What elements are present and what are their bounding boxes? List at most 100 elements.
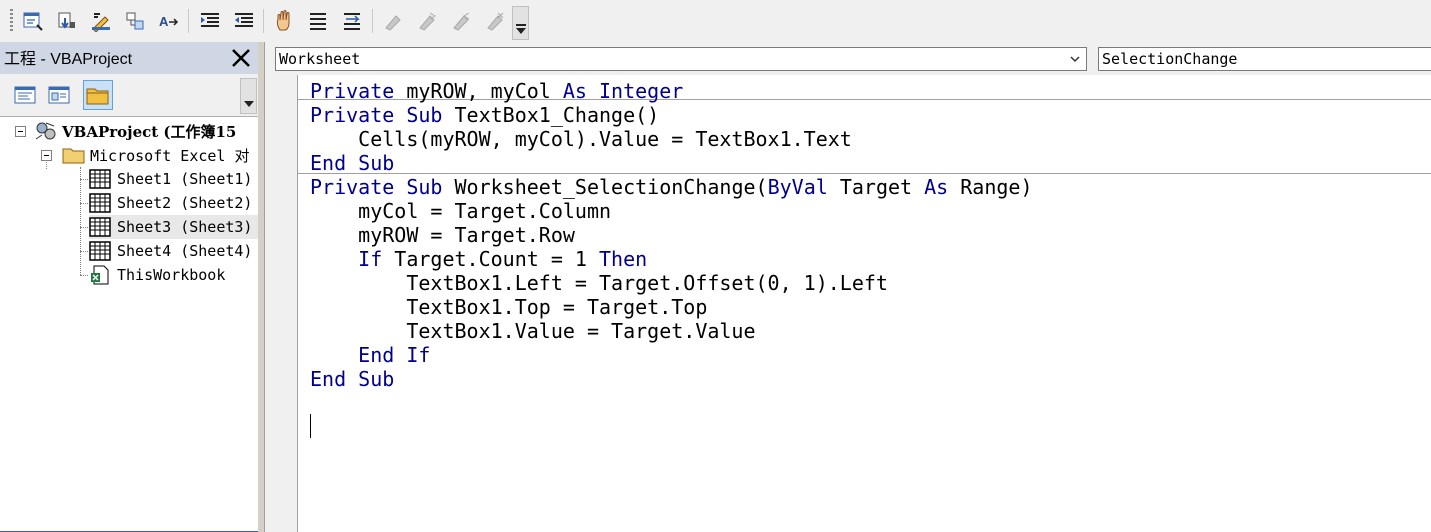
toolbar-grip[interactable] [10, 9, 13, 33]
code-keyword: Private Sub [310, 175, 455, 199]
code-line[interactable]: Cells(myROW, myCol).Value = TextBox1.Tex… [310, 127, 852, 151]
uncomment-block-icon[interactable] [339, 8, 365, 34]
tree-item-sheet1[interactable]: Sheet1 (Sheet1) [89, 167, 252, 191]
code-keyword: Private Sub [310, 103, 455, 127]
code-line[interactable]: End Sub [310, 367, 394, 391]
tree-connector [80, 203, 88, 204]
code-keyword: As [924, 175, 961, 199]
tree-item-sheet3[interactable]: Sheet3 (Sheet3) [89, 215, 258, 239]
code-text: TextBox1.Left = Target.Offset(0, 1).Left [310, 271, 888, 295]
chevron-down-icon [1070, 56, 1080, 63]
toolbar-separator [263, 9, 264, 33]
code-keyword: If [310, 247, 395, 271]
project-explorer-toolbar [0, 74, 258, 116]
code-text: TextBox1.Top = Target.Top [310, 295, 708, 319]
tree-item-label: Sheet2 (Sheet2) [117, 194, 253, 212]
code-editor[interactable]: Private myROW, myCol As Integer Private S… [298, 75, 1431, 532]
close-button[interactable] [227, 45, 255, 71]
code-keyword: ByVal [767, 175, 840, 199]
code-line[interactable]: Private myROW, myCol As Integer [310, 79, 683, 103]
tree-item-excel-objects[interactable]: Microsoft Excel 对 [62, 143, 250, 167]
view-object-icon [48, 86, 70, 104]
tree-item-vbaproject[interactable]: VBAProject (工作簿15 [34, 119, 236, 143]
tree-connector [80, 275, 88, 276]
next-bookmark-icon [414, 8, 440, 34]
code-keyword: End Sub [310, 151, 395, 175]
object-dropdown-value: Worksheet [279, 50, 361, 68]
step-into-icon[interactable] [54, 8, 80, 34]
procedure-separator [298, 173, 1431, 174]
toggle-breakpoint-icon[interactable] [271, 8, 297, 34]
code-text: myCol = Target.Column [310, 199, 612, 223]
code-text: Target [839, 175, 925, 199]
code-line[interactable]: Private Sub Worksheet_SelectionChange(By… [310, 175, 1033, 199]
tree-collapse-toggle[interactable] [15, 126, 26, 137]
panel-splitter[interactable] [258, 42, 265, 532]
code-line[interactable]: End If [310, 343, 430, 367]
toolbar-overflow-button[interactable] [512, 6, 529, 40]
tree-item-label: Sheet3 (Sheet3) [117, 218, 253, 236]
text-caret [310, 414, 311, 438]
code-line[interactable]: myROW = Target.Row [310, 223, 575, 247]
prev-bookmark-icon [448, 8, 474, 34]
project-explorer-title: 工程 - VBAProject [4, 51, 133, 68]
code-line[interactable]: TextBox1.Left = Target.Offset(0, 1).Left [310, 271, 888, 295]
toolbar-separator [372, 9, 373, 33]
tree-item-sheet2[interactable]: Sheet2 (Sheet2) [89, 191, 252, 215]
code-text: Worksheet_SelectionChange( [454, 175, 768, 199]
indent-icon[interactable] [197, 8, 223, 34]
main-toolbar: A [0, 0, 1431, 43]
project-toolbar-overflow-button[interactable] [240, 78, 257, 114]
quick-info-icon[interactable]: A [156, 8, 182, 34]
tree-connector [80, 179, 88, 180]
code-keyword: As Integer [562, 79, 684, 103]
code-text: Range) [960, 175, 1033, 199]
tree-connector [80, 227, 88, 228]
toolbar-separator [188, 9, 189, 33]
code-text: TextBox1.Value = Target.Value [310, 319, 756, 343]
code-line[interactable]: myCol = Target.Column [310, 199, 611, 223]
outdent-icon[interactable] [231, 8, 257, 34]
comment-block-icon[interactable] [305, 8, 331, 34]
tree-item-label: Sheet4 (Sheet4) [117, 242, 253, 260]
code-line[interactable]: End Sub [310, 151, 394, 175]
code-text: TextBox1_Change() [454, 103, 660, 127]
project-tree: VBAProject (工作簿15 Microsoft Excel 对 Shee… [0, 116, 258, 531]
view-code-icon [14, 86, 36, 104]
tree-connector [80, 167, 81, 275]
tree-collapse-toggle[interactable] [41, 150, 52, 161]
code-keyword: Then [599, 247, 648, 271]
tree-item-label: VBAProject (工作簿15 [62, 122, 237, 141]
worksheet-icon [89, 217, 111, 237]
tree-item-label: ThisWorkbook [117, 266, 226, 284]
object-browser-icon[interactable] [122, 8, 148, 34]
code-window-header: Worksheet SelectionChange [265, 42, 1431, 76]
folder-icon [86, 88, 109, 105]
code-text: myROW = Target.Row [310, 223, 575, 247]
view-code-button[interactable] [10, 80, 40, 110]
code-line[interactable]: If Target.Count = 1 Then [310, 247, 647, 271]
tree-item-label: Sheet1 (Sheet1) [117, 170, 253, 188]
tree-item-sheet4[interactable]: Sheet4 (Sheet4) [89, 239, 252, 263]
procedure-dropdown-value: SelectionChange [1102, 50, 1238, 68]
view-object-button[interactable] [44, 80, 74, 110]
workbook-icon [91, 265, 109, 285]
code-margin-indicator-bar[interactable] [265, 75, 298, 532]
object-dropdown[interactable]: Worksheet [275, 47, 1087, 71]
code-line[interactable]: Private Sub TextBox1_Change() [310, 103, 659, 127]
bookmark-icon [380, 8, 406, 34]
project-explorer-title-bar: 工程 - VBAProject [0, 42, 258, 74]
procedure-dropdown[interactable]: SelectionChange [1098, 47, 1431, 71]
code-keyword: End If [310, 343, 431, 367]
toggle-folders-button[interactable] [83, 80, 113, 110]
code-line[interactable]: TextBox1.Value = Target.Value [310, 319, 756, 343]
design-mode-icon[interactable] [88, 8, 114, 34]
svg-text:A: A [159, 14, 169, 29]
folder-icon [62, 148, 85, 164]
insert-userform-icon[interactable] [20, 8, 46, 34]
tree-connector [80, 251, 88, 252]
code-line[interactable]: TextBox1.Top = Target.Top [310, 295, 707, 319]
tree-item-thisworkbook[interactable]: ThisWorkbook [89, 263, 225, 287]
code-text: myROW, myCol [406, 79, 563, 103]
worksheet-icon [89, 193, 111, 213]
